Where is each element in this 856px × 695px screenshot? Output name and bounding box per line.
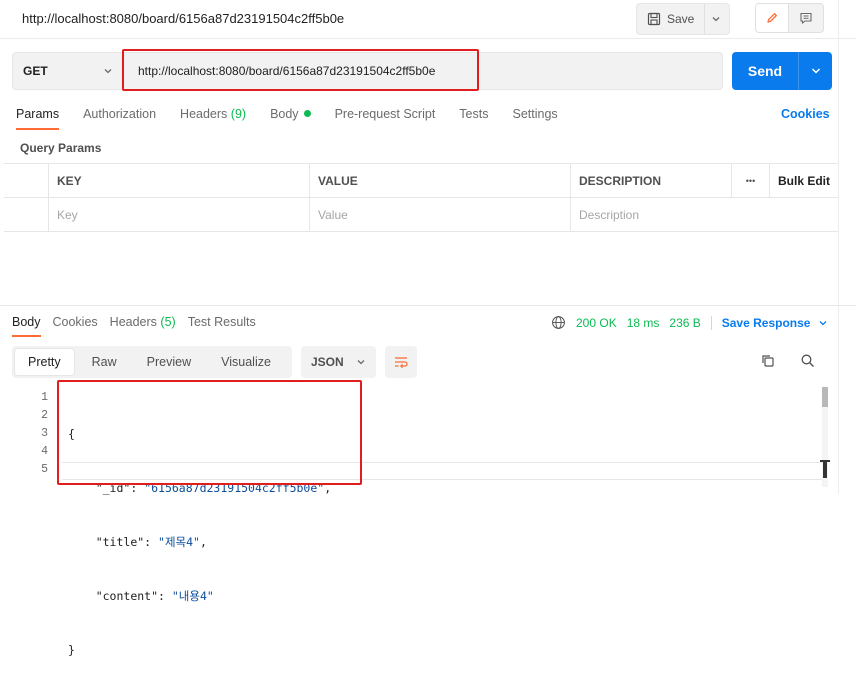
view-visualize[interactable]: Visualize (206, 346, 286, 378)
response-tab-test-results[interactable]: Test Results (188, 315, 256, 337)
method-select[interactable]: GET (12, 52, 124, 90)
view-mode-selector: Pretty Raw Preview Visualize (12, 346, 292, 378)
json-value: "제목4" (158, 535, 200, 549)
save-options-button[interactable] (705, 4, 727, 34)
copy-icon (762, 355, 774, 367)
send-button-group: Send (732, 52, 832, 90)
query-params-title: Query Params (20, 141, 102, 155)
request-tabs: Params Authorization Headers (9) Body Pr… (16, 107, 582, 130)
view-raw[interactable]: Raw (77, 346, 132, 378)
params-empty-row: Key Value Description (4, 198, 838, 232)
tab-tests[interactable]: Tests (459, 107, 488, 130)
url-highlight-box (122, 49, 479, 91)
tab-headers[interactable]: Headers (9) (180, 107, 246, 130)
tab-headers-label: Headers (180, 107, 228, 121)
editor-scrollbar-thumb[interactable] (822, 387, 828, 407)
status-code[interactable]: 200 OK (576, 316, 617, 330)
text-cursor-icon (820, 460, 830, 478)
line-number: 3 (41, 427, 48, 440)
bulk-edit-button[interactable]: Bulk Edit (770, 164, 838, 197)
response-tab-cookies[interactable]: Cookies (53, 315, 98, 337)
column-value: VALUE (310, 164, 571, 197)
tab-settings[interactable]: Settings (512, 107, 557, 130)
save-label: Save (667, 12, 695, 26)
response-time[interactable]: 18 ms (627, 316, 660, 330)
pencil-icon (767, 13, 777, 23)
json-key: "content" (95, 589, 159, 603)
save-button[interactable]: Save (637, 4, 706, 34)
line-numbers: 1 2 3 4 5 (4, 389, 48, 479)
chevron-down-icon (712, 17, 720, 22)
format-select[interactable]: JSON (301, 346, 376, 378)
chevron-down-icon (819, 320, 827, 325)
panel-edge (838, 0, 839, 494)
pane-divider[interactable] (0, 305, 856, 306)
cookies-link[interactable]: Cookies (781, 107, 830, 121)
row-checkbox-cell (4, 198, 49, 231)
tab-params[interactable]: Params (16, 107, 60, 130)
line-number: 5 (41, 463, 48, 476)
format-value: JSON (311, 355, 344, 369)
tab-body[interactable]: Body (270, 107, 311, 130)
response-tab-body[interactable]: Body (12, 315, 41, 337)
response-tab-headers-label: Headers (109, 315, 157, 329)
response-status-bar: 200 OK 18 ms 236 B Save Response (551, 315, 828, 330)
description-input[interactable]: Description (571, 198, 838, 231)
divider (710, 315, 712, 330)
json-comma: , (199, 535, 207, 549)
divider (0, 38, 856, 39)
view-preview[interactable]: Preview (132, 346, 206, 378)
response-highlight-box (57, 380, 362, 485)
line-number: 4 (41, 445, 48, 458)
search-icon (801, 354, 814, 367)
params-table: KEY VALUE DESCRIPTION ••• Bulk Edit Key … (4, 163, 838, 232)
checkbox-column (4, 164, 49, 197)
request-title[interactable]: http://localhost:8080/board/6156a87d2319… (22, 11, 344, 26)
method-value: GET (23, 64, 48, 78)
headers-count: (9) (230, 107, 247, 121)
comment-icon (800, 12, 812, 25)
wrap-lines-icon (395, 357, 408, 369)
response-tabs: Body Cookies Headers (5) Test Results (12, 315, 268, 337)
response-size[interactable]: 236 B (669, 316, 700, 330)
column-key: KEY (49, 164, 310, 197)
wrap-lines-button[interactable] (385, 346, 417, 378)
side-toggle-group (755, 3, 825, 33)
tab-prerequest-script[interactable]: Pre-request Script (335, 107, 436, 130)
close-brace: } (68, 643, 75, 657)
more-options-button[interactable]: ••• (732, 164, 770, 197)
tab-body-label: Body (270, 107, 299, 121)
value-input[interactable]: Value (310, 198, 571, 231)
key-input[interactable]: Key (49, 198, 310, 231)
send-button[interactable]: Send (732, 52, 799, 90)
save-response-button[interactable]: Save Response (722, 316, 828, 330)
line-number: 1 (41, 391, 48, 404)
chevron-down-icon (811, 68, 820, 74)
search-button[interactable] (800, 353, 816, 372)
body-indicator-dot (303, 110, 311, 117)
params-header-row: KEY VALUE DESCRIPTION ••• Bulk Edit (4, 164, 838, 198)
json-value: "내용4" (171, 589, 214, 603)
view-pretty[interactable]: Pretty (14, 348, 75, 376)
send-options-button[interactable] (799, 52, 832, 90)
response-headers-count: (5) (160, 315, 176, 329)
tab-authorization[interactable]: Authorization (83, 107, 156, 130)
response-tab-headers[interactable]: Headers (5) (110, 315, 176, 337)
chevron-down-icon (357, 360, 365, 365)
comments-button[interactable] (789, 3, 824, 33)
chevron-down-icon (104, 69, 112, 74)
line-number: 2 (41, 409, 48, 422)
column-description: DESCRIPTION (571, 164, 732, 197)
edit-button[interactable] (755, 3, 789, 33)
save-response-label: Save Response (721, 315, 811, 330)
copy-button[interactable] (760, 353, 776, 372)
save-icon (647, 12, 661, 26)
save-group: Save (636, 3, 730, 35)
globe-icon[interactable] (551, 315, 566, 330)
json-key: "title" (95, 535, 145, 549)
